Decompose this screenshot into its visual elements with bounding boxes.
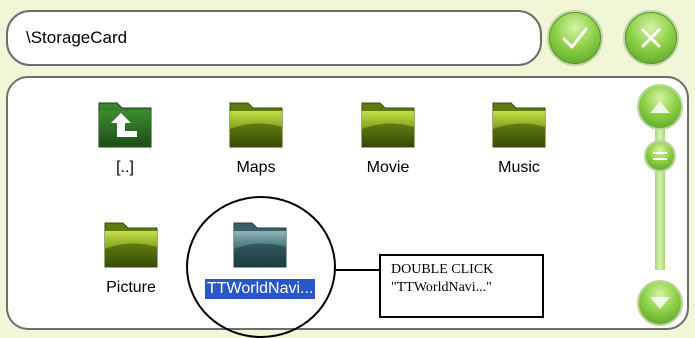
item-label: Music xyxy=(498,159,540,176)
item-label: Movie xyxy=(366,159,410,176)
folder-item-movie[interactable]: Movie xyxy=(333,95,443,177)
grip-icon xyxy=(653,152,667,160)
scroll-up-button[interactable] xyxy=(637,84,683,130)
folder-item-music[interactable]: Music xyxy=(464,95,574,177)
cancel-button[interactable] xyxy=(623,10,679,66)
folder-item-parent[interactable]: [..] xyxy=(70,95,180,177)
annotation-line-1: DOUBLE CLICK xyxy=(391,262,494,277)
arrow-up-icon xyxy=(650,101,670,113)
folder-icon xyxy=(104,222,158,268)
item-label-selected: TTWorldNavi... xyxy=(205,279,316,299)
ok-button[interactable] xyxy=(547,10,603,66)
folder-icon xyxy=(361,102,415,148)
annotation-line-2: "TTWorldNavi..." xyxy=(391,280,492,295)
item-label: Picture xyxy=(106,279,156,296)
annotation-connector xyxy=(336,269,380,271)
item-label: [..] xyxy=(116,159,134,176)
annotation-callout: DOUBLE CLICK "TTWorldNavi..." xyxy=(379,254,544,318)
folder-item-ttworldnavi[interactable]: TTWorldNavi... xyxy=(205,215,316,299)
arrow-down-icon xyxy=(650,297,670,309)
folder-icon xyxy=(229,102,283,148)
path-text: \StorageCard xyxy=(26,28,128,47)
close-icon xyxy=(641,28,661,48)
scrollbar-thumb[interactable] xyxy=(644,140,676,172)
check-icon xyxy=(562,27,588,49)
path-field[interactable]: \StorageCard xyxy=(6,10,542,66)
item-label: Maps xyxy=(236,159,276,176)
folder-icon xyxy=(233,222,287,268)
folder-icon xyxy=(492,102,546,148)
scroll-down-button[interactable] xyxy=(637,280,683,326)
folder-item-picture[interactable]: Picture xyxy=(76,215,186,297)
folder-up-icon xyxy=(98,102,152,148)
folder-item-maps[interactable]: Maps xyxy=(201,95,311,177)
